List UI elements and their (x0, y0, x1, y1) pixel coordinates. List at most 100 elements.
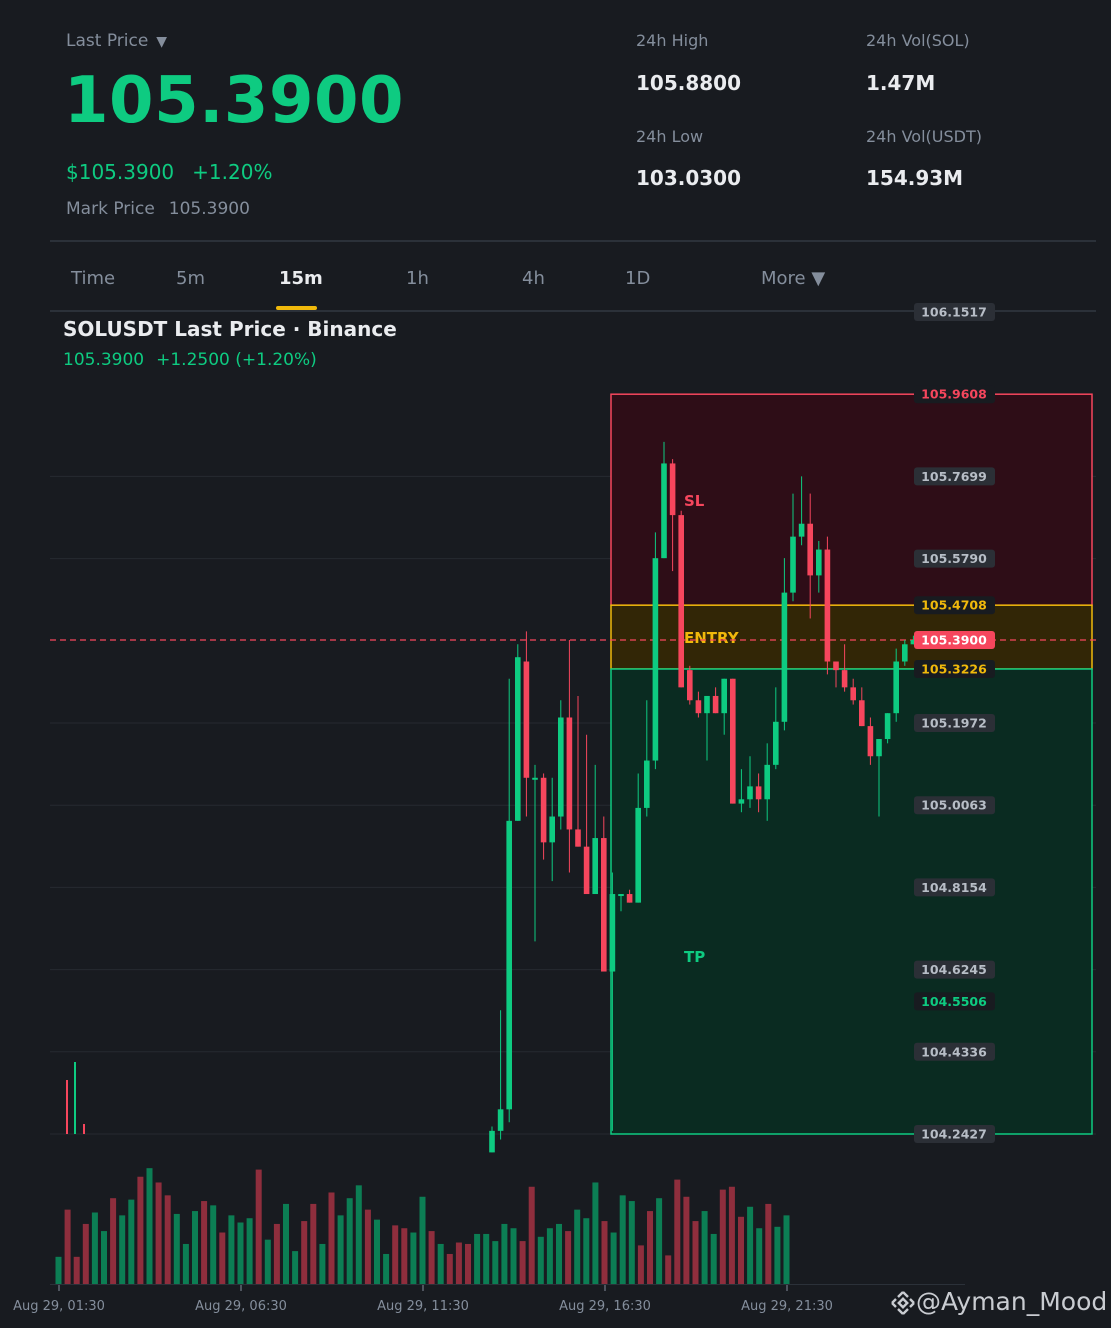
chart-title: SOLUSDT Last Price · Binance (63, 317, 397, 341)
candle-body (523, 661, 530, 778)
time-tick-label: Aug 29, 11:30 (377, 1299, 469, 1314)
candle-body (712, 695, 719, 714)
volume-bar (483, 1233, 490, 1284)
candle-body (764, 764, 770, 800)
time-tick-label: Aug 29, 01:30 (13, 1299, 105, 1314)
candle-body (790, 536, 796, 593)
volume-bar (774, 1226, 781, 1284)
candle-body (884, 713, 891, 740)
volume-bar (392, 1225, 399, 1284)
volume-bar (346, 1198, 353, 1284)
price-tick-label: 104.2427 (921, 1127, 987, 1142)
candle-body (618, 894, 624, 897)
volume-bar (565, 1231, 572, 1284)
volume-bar (219, 1232, 226, 1284)
candle-body (626, 894, 633, 903)
candle-body (816, 549, 822, 576)
volume-bar (91, 1212, 98, 1284)
price-tick-label: 105.0063 (921, 798, 987, 813)
volume-bar (246, 1218, 253, 1284)
candle-body (489, 1130, 495, 1153)
volume-bar (728, 1186, 735, 1284)
volume-bar (619, 1195, 626, 1284)
candle-body (721, 678, 727, 714)
take-profit-price-label: 104.5506 (921, 994, 987, 1009)
volume-bar (182, 1243, 189, 1284)
volume-bar (519, 1241, 526, 1284)
volume-bar (537, 1236, 544, 1284)
volume-bar (674, 1179, 681, 1284)
volume-series (50, 1168, 965, 1285)
volume-bar (419, 1196, 426, 1284)
binance-logo-icon (891, 1291, 915, 1315)
chart-sub-change: +1.2500 (+1.20%) (156, 350, 317, 370)
volume-bar (756, 1228, 763, 1284)
time-tick-label: Aug 29, 21:30 (741, 1299, 833, 1314)
volume-bar (501, 1223, 508, 1284)
volume-bar (710, 1233, 717, 1284)
sl-label: SL (684, 492, 705, 510)
volume-bar (301, 1221, 308, 1284)
candle-body (738, 799, 745, 804)
volume-bar (437, 1243, 444, 1284)
candle-body (841, 670, 848, 688)
price-tick-label: 105.1972 (921, 716, 987, 731)
volume-bar (601, 1221, 608, 1284)
time-axis-labels: Aug 29, 01:30 Aug 29, 06:30 Aug 29, 11:30 A… (13, 1285, 833, 1314)
price-chart[interactable]: SL ENTRY TP 106.1517 105.7699 105.5790 105.19… (0, 0, 1111, 1328)
volume-bar (228, 1215, 235, 1284)
volume-bar (556, 1223, 562, 1284)
candle-body (583, 846, 590, 895)
candle-body (902, 644, 908, 662)
volume-bar (683, 1196, 690, 1284)
chart-sub-price: 105.3900 (63, 350, 145, 370)
volume-bar (546, 1228, 553, 1284)
volume-bar (273, 1223, 280, 1284)
entry-label: ENTRY (684, 629, 740, 647)
candle-body (635, 807, 641, 903)
volume-bar (701, 1211, 708, 1284)
last-price-label: 105.3900 (921, 632, 987, 647)
watermark-text: @Ayman_Mood (916, 1287, 1108, 1316)
volume-bar (319, 1243, 326, 1284)
candle-body (798, 523, 805, 537)
volume-bar (656, 1198, 663, 1284)
candle-body (575, 829, 581, 847)
volume-bar (355, 1185, 362, 1284)
volume-bar (73, 1256, 80, 1284)
candle-body (506, 820, 512, 1110)
volume-bar (455, 1242, 462, 1284)
volume-bar (328, 1192, 335, 1284)
candle-body (781, 592, 788, 722)
tp-label: TP (684, 948, 705, 966)
volume-bar (383, 1253, 390, 1284)
candle-body (859, 700, 865, 727)
volume-bar (401, 1228, 408, 1284)
candle-body (850, 687, 856, 701)
volume-bar (465, 1243, 471, 1284)
volume-bar (337, 1215, 344, 1284)
volume-bar (574, 1209, 581, 1284)
candle-body (833, 661, 839, 671)
candle-body (669, 463, 676, 516)
candle-body (661, 463, 667, 559)
candle-body (747, 786, 753, 800)
volume-bar (747, 1206, 754, 1284)
volume-bar (528, 1186, 535, 1284)
volume-bar (665, 1255, 672, 1284)
price-tick-label: 104.6245 (921, 962, 987, 977)
candle-body (609, 894, 616, 972)
volume-bar (283, 1203, 289, 1284)
time-tick-label: Aug 29, 06:30 (195, 1299, 287, 1314)
price-tick-label: 105.7699 (921, 469, 987, 484)
volume-bar (192, 1211, 198, 1284)
volume-bar (628, 1201, 635, 1284)
candle-body (730, 678, 736, 804)
volume-bar (446, 1253, 453, 1284)
entry-bottom-price-label: 105.3226 (921, 662, 987, 677)
candle-body (704, 695, 710, 714)
volume-bar (210, 1205, 217, 1284)
volume-bar (310, 1203, 317, 1284)
volume-bar (410, 1232, 417, 1284)
volume-bar (237, 1222, 244, 1284)
